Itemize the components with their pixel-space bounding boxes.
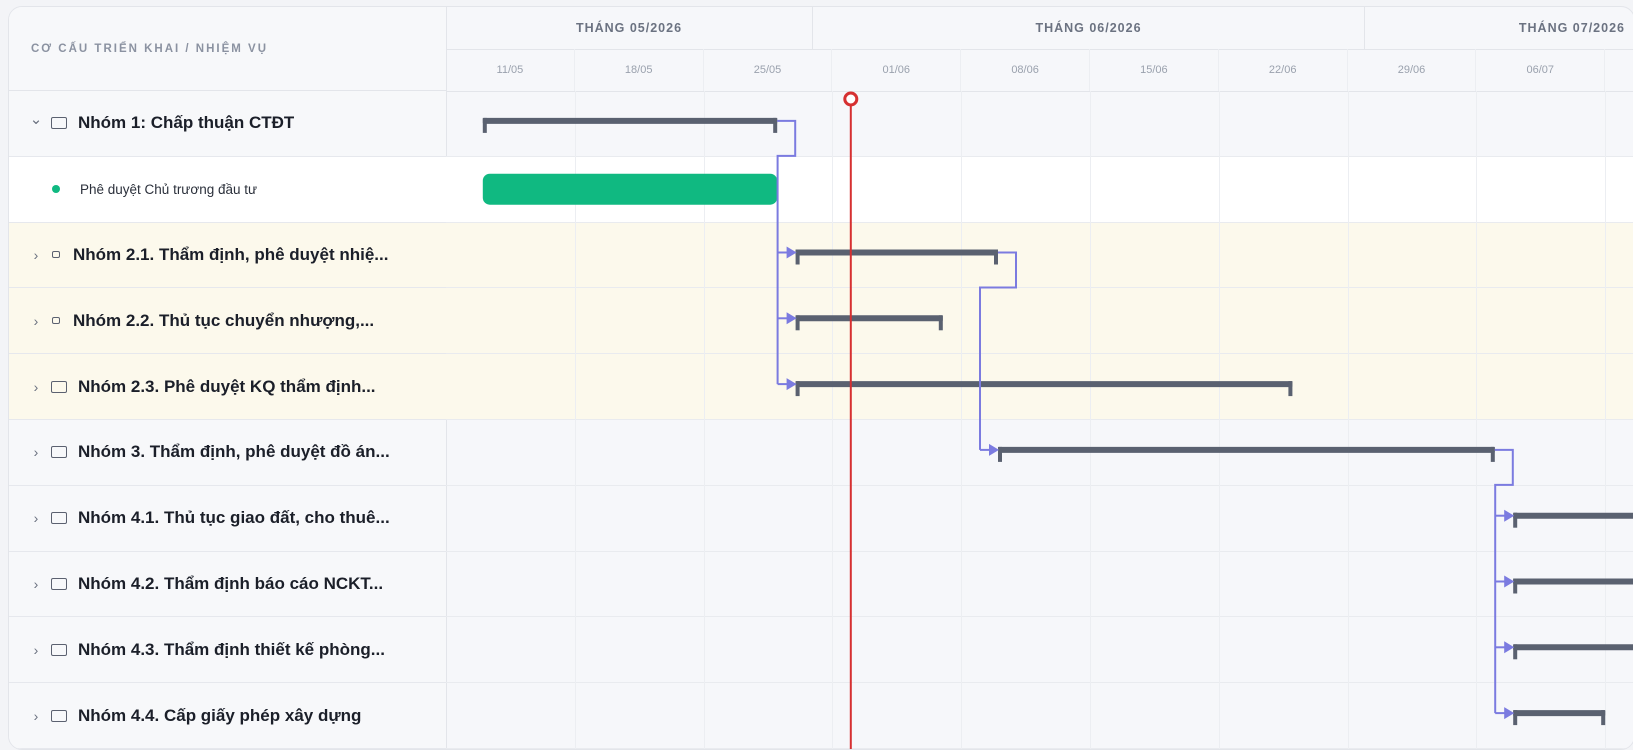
summary-bar[interactable] [1513,710,1606,726]
chevron-right-icon[interactable]: › [29,247,43,263]
chevron-right-icon[interactable]: › [29,444,43,460]
chevron-right-icon[interactable]: › [29,510,43,526]
gantt-chart: CƠ CẤU TRIỂN KHAI / NHIỆM VỤ ⌄ Nhóm 1: Ch… [8,6,1633,750]
folder-icon [51,577,67,590]
summary-bar[interactable] [795,381,1293,397]
today-marker [843,91,859,749]
group-row[interactable]: › Nhóm 4.4. Cấp giấy phép xây dựng [9,683,446,749]
task-column-title: CƠ CẤU TRIỂN KHAI / NHIỆM VỤ [31,42,269,55]
summary-bar[interactable] [795,249,998,265]
dependency-connector [1494,448,1515,720]
folder-icon [52,251,60,259]
chevron-right-icon[interactable]: › [29,313,43,329]
chevron-right-icon[interactable]: › [29,708,43,724]
group-row[interactable]: › Nhóm 4.2. Thẩm định báo cáo NCKT... [9,552,446,618]
group-row[interactable]: › Nhóm 2.2. Thủ tục chuyển nhượng,... [9,288,446,355]
folder-icon [51,380,67,393]
row-label: Nhóm 4.1. Thủ tục giao đất, cho thuê... [78,508,390,528]
chevron-down-icon[interactable]: ⌄ [29,110,43,128]
dependency-arrow-icon [1504,509,1515,522]
timeline-panel: THÁNG 05/2026 THÁNG 06/2026 THÁNG 07/2026 … [446,7,1633,749]
dependency-connector [979,251,1017,456]
group-row[interactable]: › Nhóm 4.1. Thủ tục giao đất, cho thuê... [9,486,446,552]
task-column-header: CƠ CẤU TRIỂN KHAI / NHIỆM VỤ [9,7,446,91]
row-label: Nhóm 2.3. Phê duyệt KQ thẩm định... [78,376,376,396]
folder-icon [51,117,67,130]
task-row[interactable]: Phê duyệt Chủ trương đầu tư [9,156,446,223]
status-dot-icon [52,185,60,194]
row-label: Nhóm 4.3. Thẩm định thiết kế phòng... [78,639,385,659]
dependency-arrow-icon [1504,641,1515,654]
summary-bar[interactable] [482,117,778,133]
folder-icon [52,317,60,325]
dependency-arrow-icon [786,378,797,391]
dependency-arrow-icon [786,312,797,325]
folder-icon [51,643,67,656]
row-label: Nhóm 1: Chấp thuận CTĐT [78,113,295,133]
task-tree-panel: CƠ CẤU TRIỂN KHAI / NHIỆM VỤ ⌄ Nhóm 1: Ch… [9,7,447,749]
folder-icon [51,512,67,525]
group-row[interactable]: › Nhóm 4.3. Thẩm định thiết kế phòng... [9,617,446,684]
group-row[interactable]: ⌄ Nhóm 1: Chấp thuận CTĐT [9,91,446,157]
summary-bar[interactable] [1513,512,1633,528]
row-label: Phê duyệt Chủ trương đầu tư [80,181,258,197]
folder-icon [51,446,67,459]
dependency-arrow-icon [989,443,999,456]
dependency-arrow-icon [786,246,797,259]
dependency-connector [776,119,797,391]
group-row[interactable]: › Nhóm 2.3. Phê duyệt KQ thẩm định... [9,354,446,420]
dependency-arrow-icon [1504,575,1515,588]
row-label: Nhóm 2.1. Thẩm định, phê duyệt nhiệ... [73,244,389,264]
group-row[interactable]: › Nhóm 3. Thẩm định, phê duyệt đồ án... [9,420,446,486]
row-label: Nhóm 4.4. Cấp giấy phép xây dựng [78,705,362,725]
row-label: Nhóm 2.2. Thủ tục chuyển nhượng,... [73,310,375,330]
folder-icon [51,709,67,722]
task-bar[interactable] [482,173,778,205]
row-label: Nhóm 4.2. Thẩm định báo cáo NCKT... [78,573,384,593]
summary-bar[interactable] [795,315,943,331]
summary-bar[interactable] [998,446,1495,462]
dependency-arrow-icon [1504,707,1515,720]
chevron-right-icon[interactable]: › [29,642,43,658]
group-row[interactable]: › Nhóm 2.1. Thẩm định, phê duyệt nhiệ... [9,222,446,289]
gantt-bars-layer [482,91,1633,749]
summary-bar[interactable] [1513,644,1633,660]
row-label: Nhóm 3. Thẩm định, phê duyệt đồ án... [78,442,390,462]
chevron-right-icon[interactable]: › [29,576,43,592]
chevron-right-icon[interactable]: › [29,379,43,395]
summary-bar[interactable] [1513,578,1633,594]
